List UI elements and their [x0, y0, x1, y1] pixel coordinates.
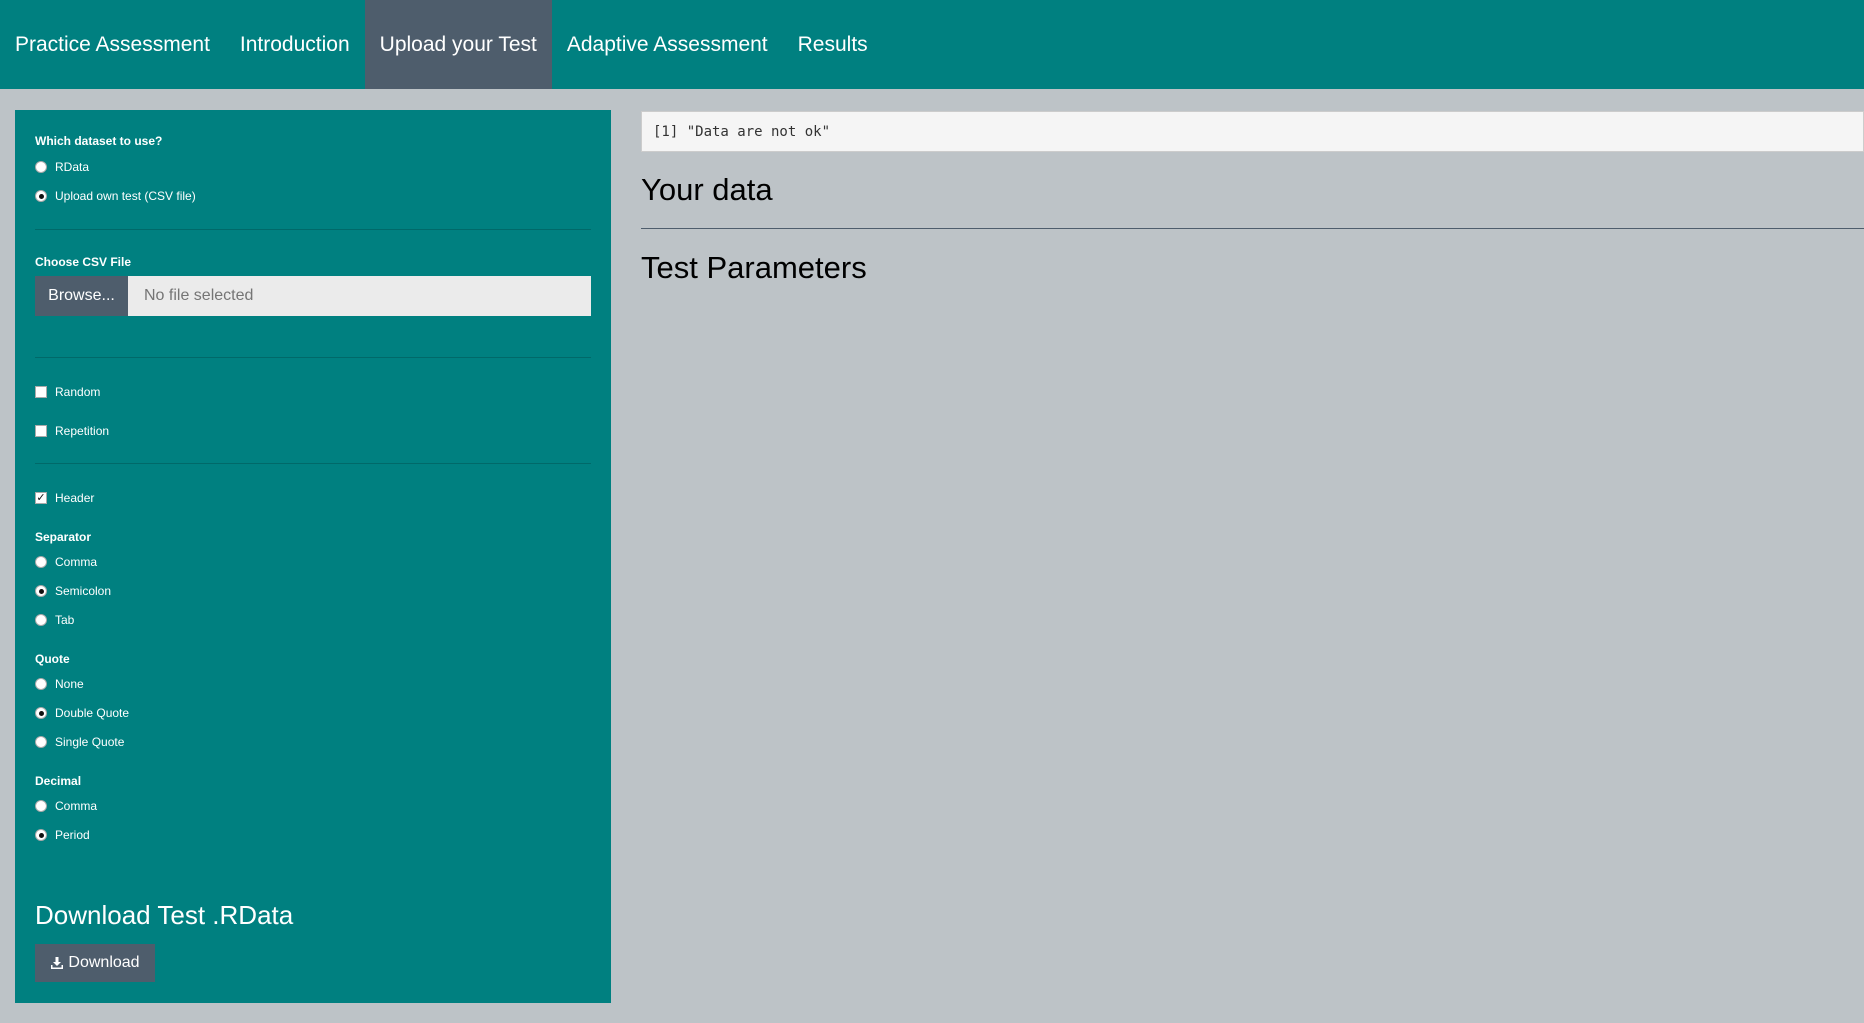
radio-label: Single Quote: [55, 735, 125, 749]
download-icon: [50, 956, 64, 970]
radio-dataset-rdata[interactable]: RData: [35, 160, 89, 174]
radio-decimal-period[interactable]: Period: [35, 828, 90, 842]
checkbox-random[interactable]: Random: [35, 385, 100, 399]
checkbox-label: Repetition: [55, 424, 110, 438]
checkbox-checked-icon[interactable]: ✓: [35, 492, 47, 504]
tab-introduction[interactable]: Introduction: [225, 0, 365, 89]
radio-label: Period: [55, 828, 90, 842]
test-parameters-heading: Test Parameters: [641, 250, 867, 285]
file-name-field[interactable]: [128, 276, 591, 316]
checkbox-label: Random: [55, 385, 101, 399]
radio-button-icon[interactable]: [35, 614, 47, 626]
radio-button-icon[interactable]: [35, 736, 47, 748]
radio-label: Comma: [55, 555, 98, 569]
radio-button-icon[interactable]: [35, 800, 47, 812]
dataset-label: Which dataset to use?: [35, 134, 163, 148]
radio-label: None: [55, 677, 84, 691]
checkbox-header[interactable]: ✓ Header: [35, 491, 94, 505]
tab-upload-your-test[interactable]: Upload your Test: [364, 0, 552, 89]
radio-dataset-upload[interactable]: Upload own test (CSV file): [35, 189, 196, 203]
navbar-brand[interactable]: Practice Assessment: [0, 0, 225, 89]
radio-button-selected-icon[interactable]: [35, 829, 47, 841]
radio-quote-single[interactable]: Single Quote: [35, 735, 124, 749]
divider: [35, 463, 591, 464]
radio-button-icon[interactable]: [35, 556, 47, 568]
download-button-label: Download: [68, 954, 140, 971]
quote-label: Quote: [35, 652, 70, 666]
checkbox-icon[interactable]: [35, 386, 47, 398]
checkbox-icon[interactable]: [35, 425, 47, 437]
divider: [35, 357, 591, 358]
tab-results[interactable]: Results: [783, 0, 883, 89]
decimal-label: Decimal: [35, 774, 82, 788]
file-upload: Browse...: [35, 276, 591, 316]
sidebar-panel: Which dataset to use? RData Upload own t…: [15, 110, 611, 1003]
radio-decimal-comma[interactable]: Comma: [35, 799, 97, 813]
radio-label: Comma: [55, 799, 98, 813]
radio-separator-semicolon[interactable]: Semicolon: [35, 584, 111, 598]
tab-adaptive-assessment[interactable]: Adaptive Assessment: [552, 0, 783, 89]
radio-button-selected-icon[interactable]: [35, 585, 47, 597]
separator-label: Separator: [35, 530, 92, 544]
radio-quote-double[interactable]: Double Quote: [35, 706, 129, 720]
radio-label: Semicolon: [55, 584, 112, 598]
radio-button-icon[interactable]: [35, 678, 47, 690]
radio-quote-none[interactable]: None: [35, 677, 84, 691]
radio-button-selected-icon[interactable]: [35, 707, 47, 719]
divider: [641, 228, 1864, 229]
radio-label: RData: [55, 160, 90, 174]
radio-button-icon[interactable]: [35, 161, 47, 173]
radio-label: Upload own test (CSV file): [55, 189, 196, 203]
download-button[interactable]: Download: [35, 944, 155, 982]
file-label: Choose CSV File: [35, 255, 132, 269]
radio-separator-tab[interactable]: Tab: [35, 613, 74, 627]
radio-label: Double Quote: [55, 706, 130, 720]
radio-separator-comma[interactable]: Comma: [35, 555, 97, 569]
download-heading: Download Test .RData: [35, 900, 294, 930]
checkbox-label: Header: [55, 491, 95, 505]
radio-label: Tab: [55, 613, 75, 627]
checkbox-repetition[interactable]: Repetition: [35, 424, 109, 438]
radio-button-selected-icon[interactable]: [35, 190, 47, 202]
divider: [35, 229, 591, 230]
your-data-heading: Your data: [641, 172, 773, 207]
top-navbar: Practice Assessment Introduction Upload …: [0, 0, 1864, 89]
browse-button[interactable]: Browse...: [35, 276, 128, 316]
console-output: [1] "Data are not ok": [641, 111, 1864, 152]
